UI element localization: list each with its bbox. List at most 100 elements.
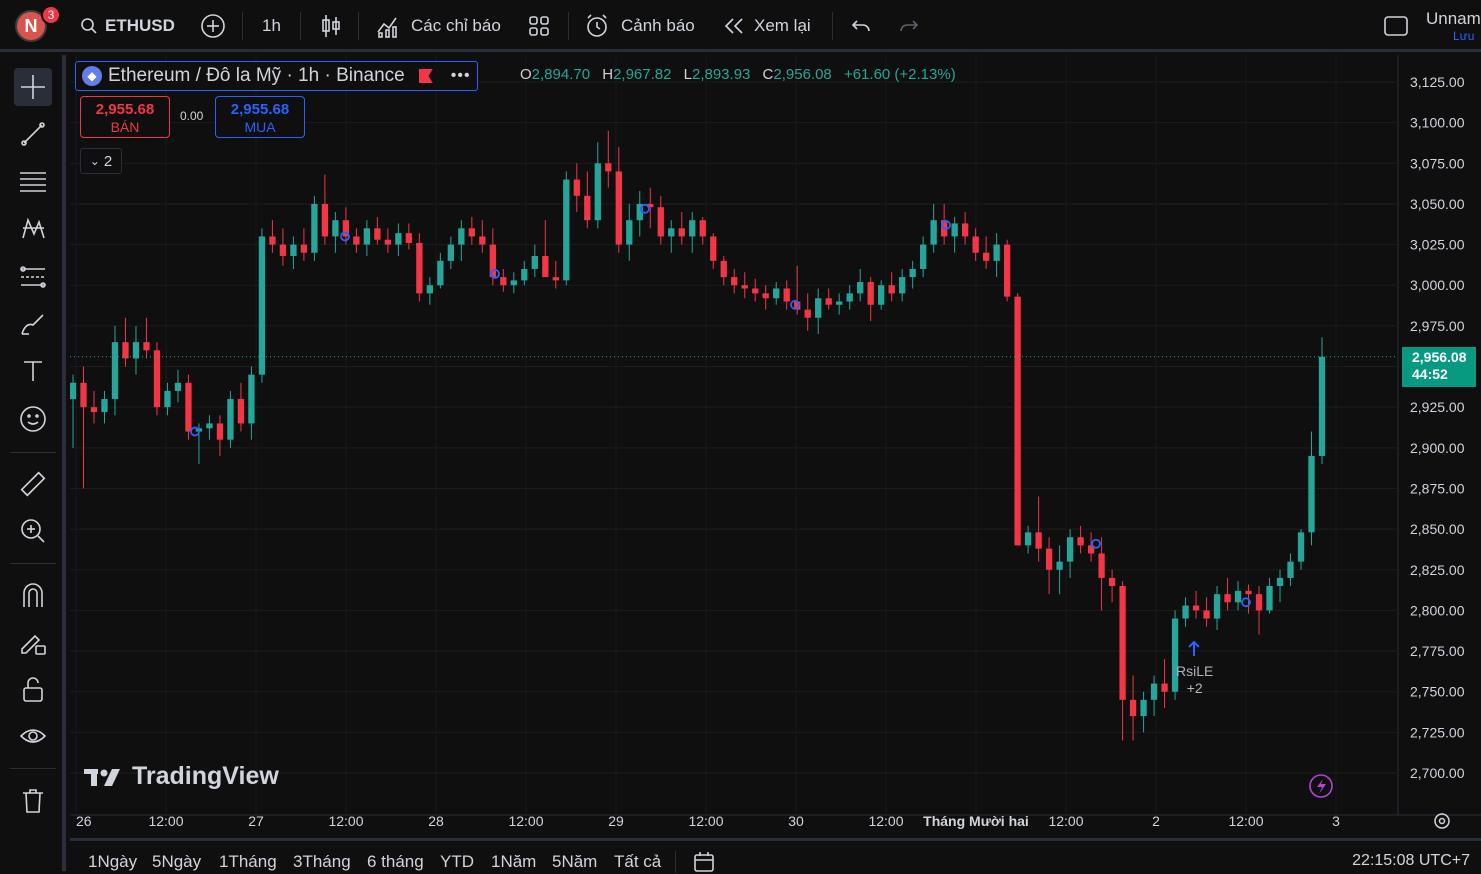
price-tick-label: 2,900.00: [1410, 440, 1465, 456]
magnet-tool[interactable]: [14, 576, 52, 614]
candle-body: [143, 342, 150, 351]
open-value: 2,894.70: [531, 66, 591, 83]
candle-body: [237, 399, 245, 424]
date-range-icon[interactable]: [692, 850, 716, 874]
candle-body: [783, 288, 790, 302]
candle-body: [1182, 605, 1189, 619]
layout-name[interactable]: Unnam: [1426, 9, 1481, 29]
candle-body: [710, 236, 717, 261]
indicators-button[interactable]: Các chỉ báo: [376, 12, 501, 40]
buy-button[interactable]: 2,955.68 MUA: [215, 96, 305, 138]
flag-icon[interactable]: [418, 69, 433, 83]
interval-label: 1h: [262, 16, 281, 35]
trend-line-tool[interactable]: [14, 115, 52, 153]
more-options-icon[interactable]: •••: [451, 67, 471, 85]
candle-body: [951, 223, 958, 237]
candle-body: [1203, 610, 1210, 619]
compare-symbol-button[interactable]: [200, 12, 226, 40]
window-icon: [1384, 16, 1408, 36]
remove-drawings-tool[interactable]: [14, 782, 52, 820]
range-5d-button[interactable]: 5Ngày: [152, 852, 201, 872]
visibility-tool[interactable]: [14, 717, 52, 755]
tradingview-watermark: TradingView: [84, 762, 279, 791]
price-tick-label: 2,975.00: [1410, 318, 1465, 334]
alarm-clock-icon: [587, 14, 607, 37]
price-tick-label: 2,725.00: [1410, 724, 1465, 740]
range-1m-button[interactable]: 1Tháng: [219, 852, 277, 872]
candle-body: [584, 195, 591, 221]
time-tick-label: 12:00: [868, 813, 903, 829]
interval-button[interactable]: 1h: [262, 12, 281, 40]
price-tick-label: 2,800.00: [1410, 602, 1465, 618]
candle-body: [1098, 553, 1105, 578]
zoom-in-tool[interactable]: [14, 512, 52, 550]
price-tick-label: 2,925.00: [1410, 399, 1465, 415]
chart-type-button[interactable]: [320, 12, 342, 40]
annotation-count: +2: [1186, 680, 1203, 696]
candle-body: [80, 382, 87, 408]
candle-body: [982, 252, 990, 261]
range-5y-button[interactable]: 5Năm: [552, 852, 597, 872]
text-tool[interactable]: [14, 352, 52, 390]
candle-body: [269, 236, 276, 245]
candle-body: [384, 239, 392, 245]
price-chart[interactable]: 3,125.00 3,100.00 3,075.00 3,050.00 3,025.00…: [70, 55, 1481, 838]
trash-icon: [23, 789, 43, 813]
candle-body: [1266, 586, 1273, 611]
fib-tool[interactable]: [14, 163, 52, 201]
candle-body: [731, 277, 738, 286]
horizontal-lines-icon: [20, 172, 46, 192]
measure-tool[interactable]: [14, 465, 52, 503]
annotation-label: RsiLE: [1176, 663, 1214, 679]
fullscreen-button[interactable]: [1383, 12, 1409, 40]
time-tick-label: 12:00: [1048, 813, 1083, 829]
candle-body: [1297, 532, 1305, 562]
symbol-search-button[interactable]: ETHUSD: [80, 12, 175, 40]
replay-button[interactable]: Xem lại: [723, 12, 811, 40]
clock[interactable]: 22:15:08 UTC+7: [1352, 852, 1470, 870]
range-1d-button[interactable]: 1Ngày: [88, 852, 137, 872]
search-icon: [81, 18, 97, 34]
candle-body: [468, 228, 475, 237]
eye-icon: [19, 729, 47, 743]
alerts-button[interactable]: Cảnh báo: [585, 12, 695, 40]
candle-body: [531, 255, 538, 269]
candle-body: [1255, 594, 1263, 611]
forecast-tool[interactable]: [14, 258, 52, 296]
time-tick-label: Tháng Mười hai: [923, 813, 1029, 829]
candle-body: [1003, 244, 1011, 297]
candle-body: [972, 236, 979, 253]
icon-tool[interactable]: [14, 400, 52, 438]
undo-button[interactable]: [850, 12, 872, 40]
brush-icon: [21, 314, 44, 335]
sell-button[interactable]: 2,955.68 BÁN: [80, 96, 170, 138]
candle-body: [752, 288, 759, 294]
collapse-indicators-button[interactable]: ⌄ 2: [80, 148, 122, 174]
replay-icon: [724, 18, 743, 34]
candle-body: [437, 260, 444, 286]
range-3m-button[interactable]: 3Tháng: [293, 852, 351, 872]
candle-body: [258, 236, 266, 375]
templates-button[interactable]: [528, 12, 550, 40]
symbol-legend[interactable]: ◆ Ethereum / Đô la Mỹ · 1h · Binance •••: [75, 61, 478, 91]
pattern-tool[interactable]: [14, 210, 52, 248]
range-6m-button[interactable]: 6 tháng: [367, 852, 424, 872]
range-all-button[interactable]: Tất cả: [614, 852, 661, 872]
candle-body: [1308, 455, 1315, 533]
redo-button[interactable]: [898, 12, 920, 40]
alerts-label: Cảnh báo: [621, 16, 695, 35]
range-1y-button[interactable]: 1Năm: [491, 852, 536, 872]
candle-body: [741, 285, 748, 289]
candle-body: [846, 293, 853, 302]
draw-mode-tool[interactable]: [14, 623, 52, 661]
range-ytd-button[interactable]: YTD: [440, 852, 474, 872]
crosshair-tool[interactable]: [14, 68, 52, 106]
close-key: C: [762, 66, 774, 83]
candle-body: [857, 281, 864, 294]
candle-body: [1108, 577, 1116, 587]
lock-tool[interactable]: [14, 671, 52, 709]
candle-body: [920, 244, 927, 269]
save-label[interactable]: Lưu: [1453, 29, 1474, 43]
brush-tool[interactable]: [14, 305, 52, 343]
candle-body: [101, 399, 108, 413]
